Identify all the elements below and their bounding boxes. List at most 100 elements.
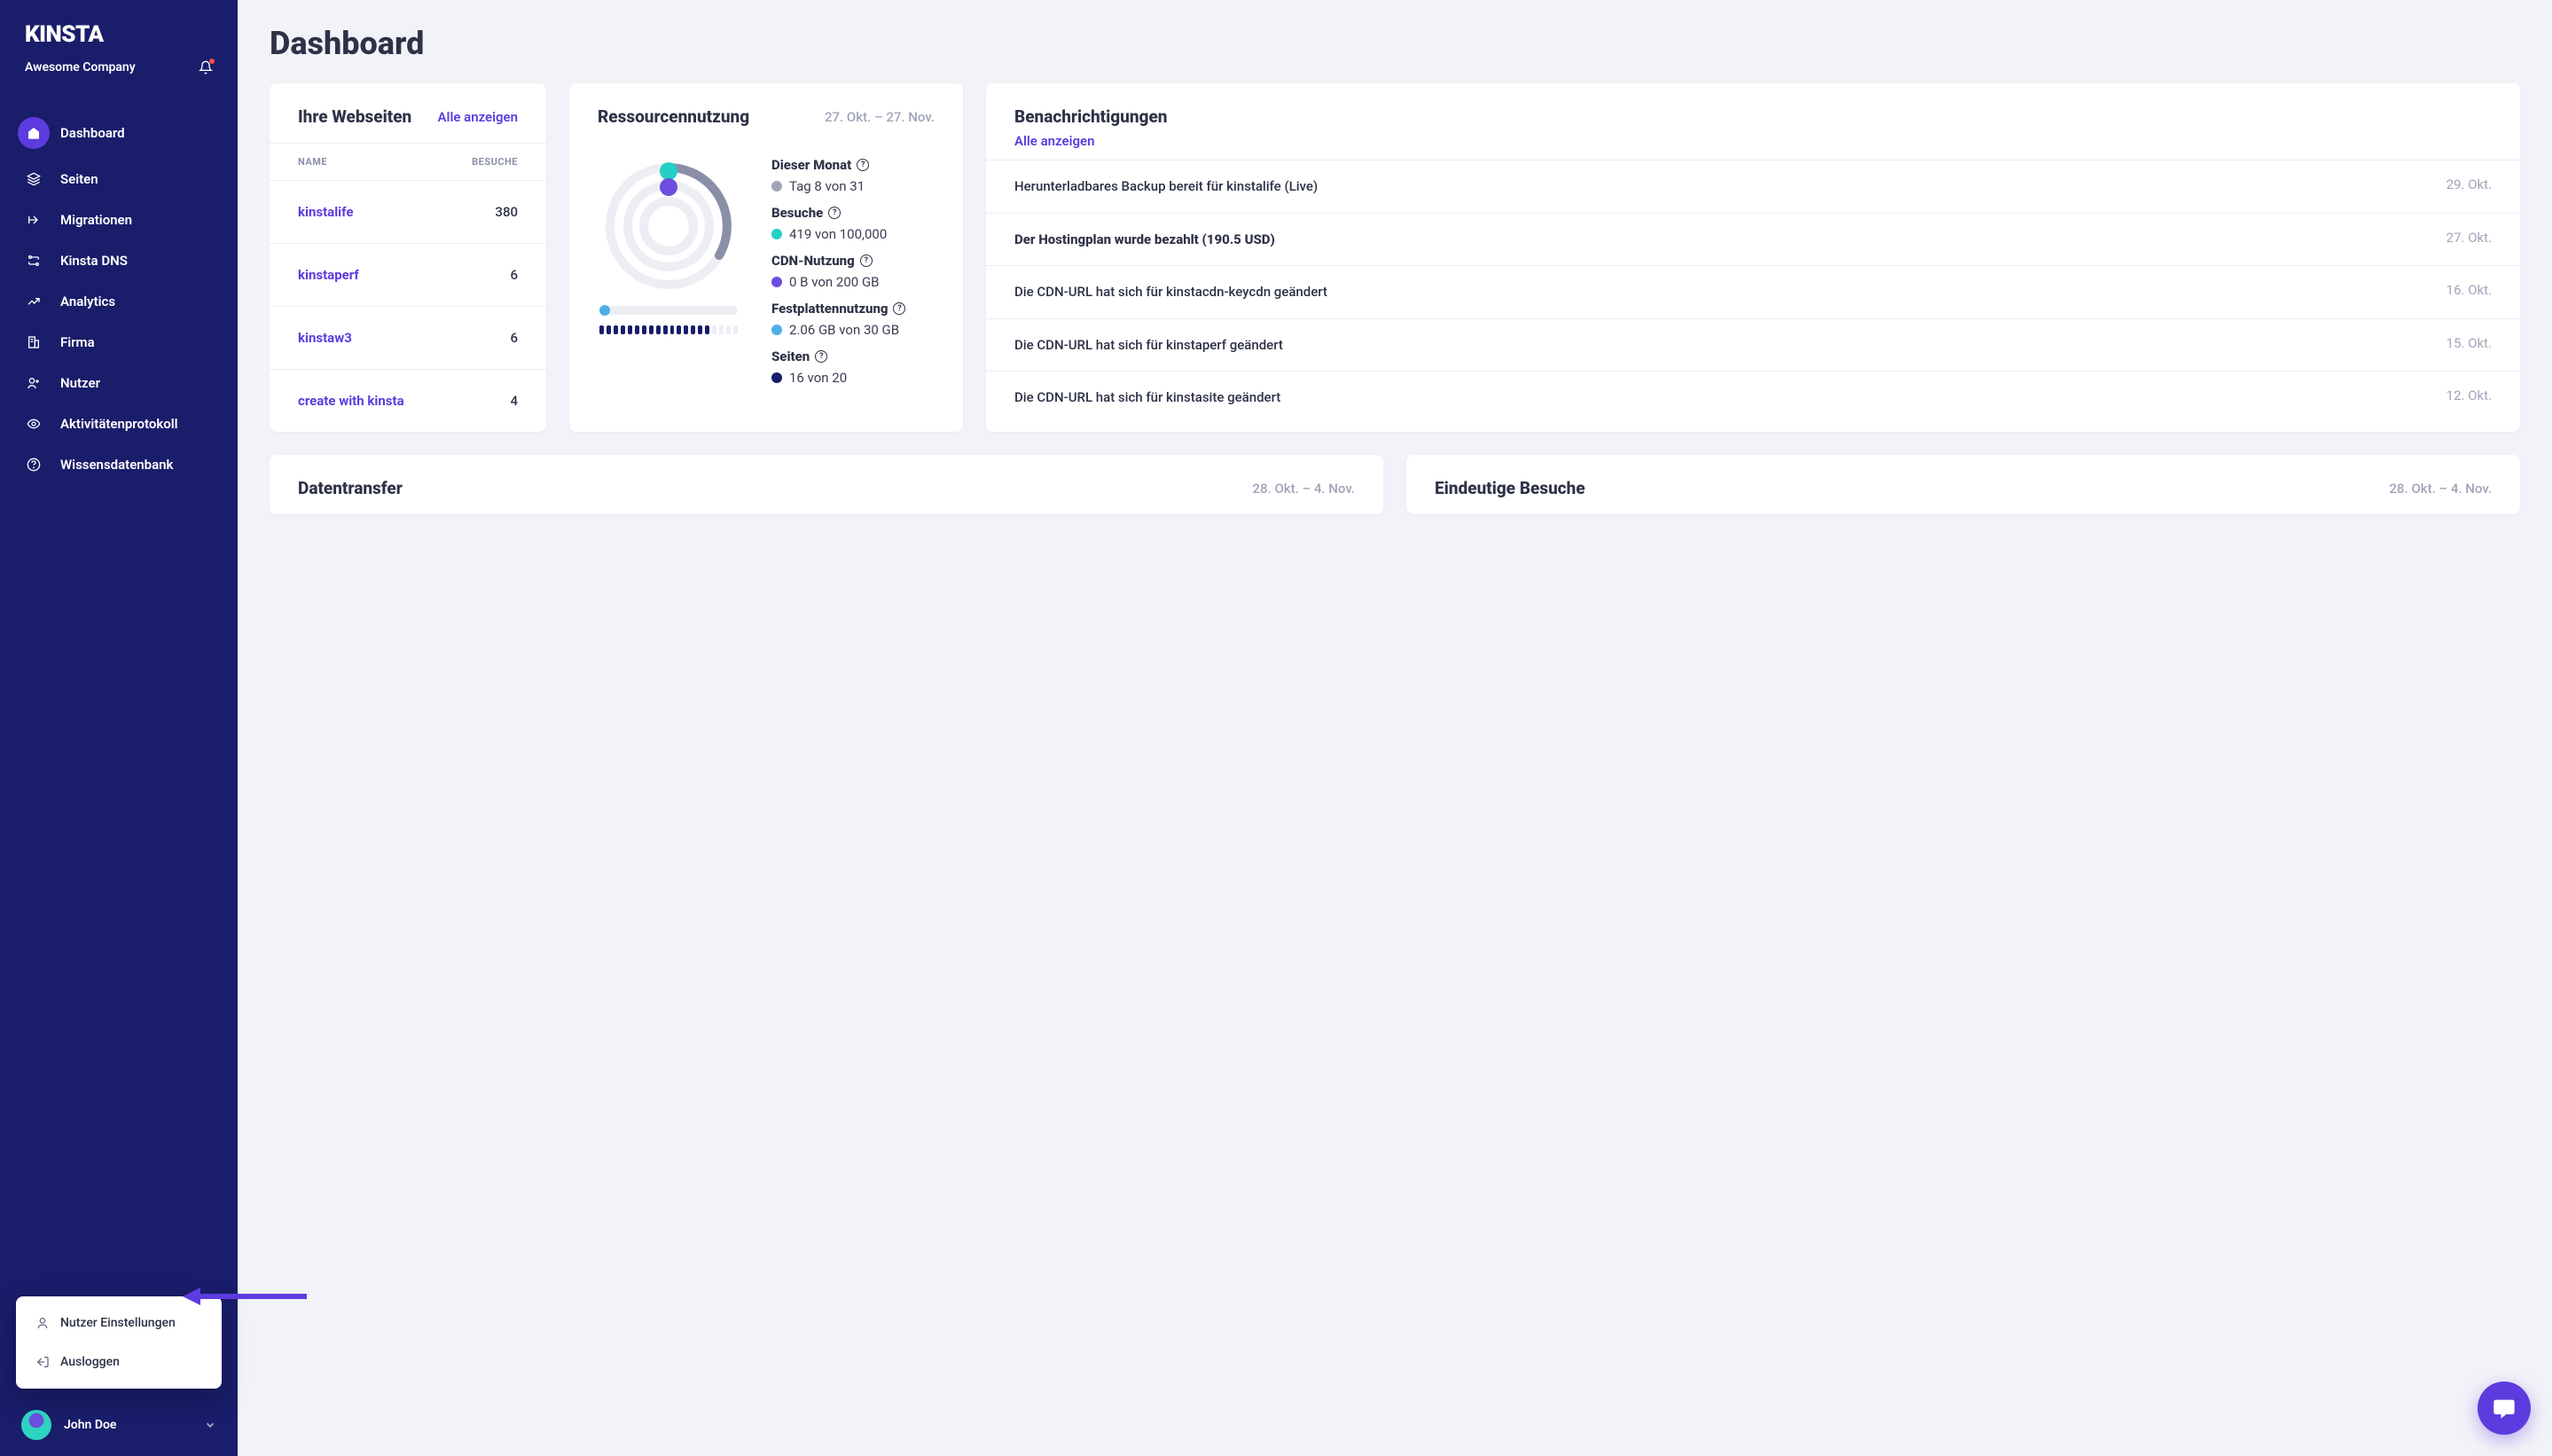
transfer-date-range: 28. Okt. – 4. Nov. [1253,481,1355,497]
sidebar-item-migrations[interactable]: Migrationen [11,200,227,239]
sidebar-item-users[interactable]: Nutzer [11,364,227,403]
notification-text: Der Hostingplan wurde bezahlt (190.5 USD… [1014,230,2429,250]
metric-month-label: Dieser Monat [771,157,851,173]
chat-button[interactable] [2478,1382,2531,1435]
sidebar-item-sites[interactable]: Seiten [11,160,227,199]
help-icon[interactable]: ? [828,207,841,219]
user-settings-label: Nutzer Einstellungen [60,1316,176,1330]
table-row[interactable]: kinstalife 380 [270,181,546,244]
notifications-view-all-link[interactable]: Alle anzeigen [1014,133,1094,149]
sites-col-visits: BESUCHE [472,156,518,168]
user-settings-menu-item[interactable]: Nutzer Einstellungen [16,1303,222,1342]
sidebar-nav: Dashboard Seiten Migrationen Kinsta DNS … [0,106,238,1394]
sidebar-item-company[interactable]: Firma [11,323,227,362]
user-menu-popup: Nutzer Einstellungen Ausloggen [16,1296,222,1389]
sidebar-item-label: Seiten [60,171,98,187]
site-link[interactable]: kinstaw3 [298,330,510,346]
notification-text: Herunterladbares Backup bereit für kinst… [1014,176,2429,197]
dot-icon [771,181,782,192]
metric-visits-label: Besuche [771,205,823,221]
table-row[interactable]: kinstaw3 6 [270,307,546,370]
chart-icon [27,294,41,309]
notification-item[interactable]: Die CDN-URL hat sich für kinstaperf geän… [986,318,2520,372]
user-name: John Doe [64,1418,192,1432]
sidebar-item-label: Aktivitätenprotokoll [60,416,178,432]
logout-menu-item[interactable]: Ausloggen [16,1342,222,1382]
notification-date: 29. Okt. [2446,176,2492,197]
dot-icon [771,277,782,287]
notification-date: 12. Okt. [2446,387,2492,408]
notification-date: 27. Okt. [2446,230,2492,250]
site-link[interactable]: kinstaperf [298,267,510,283]
home-icon [27,126,41,140]
metric-sites-value: 16 von 20 [789,370,847,386]
notification-dot [209,59,215,64]
disk-gauge [599,306,738,315]
help-icon[interactable]: ? [857,159,869,171]
user-icon [35,1316,50,1330]
help-icon[interactable]: ? [893,302,905,315]
main-content: Dashboard Ihre Webseiten Alle anzeigen N… [238,0,2552,1456]
sidebar-item-activity[interactable]: Aktivitätenprotokoll [11,404,227,443]
table-row[interactable]: kinstaperf 6 [270,244,546,307]
sidebar-item-dns[interactable]: Kinsta DNS [11,241,227,280]
resource-card-title: Ressourcennutzung [598,106,749,127]
site-visits: 4 [510,393,518,409]
notification-text: Die CDN-URL hat sich für kinstasite geän… [1014,387,2429,408]
notification-item[interactable]: Die CDN-URL hat sich für kinstacdn-keycd… [986,265,2520,318]
notification-item[interactable]: Herunterladbares Backup bereit für kinst… [986,160,2520,213]
user-footer-button[interactable]: John Doe [0,1394,238,1456]
sidebar-item-label: Dashboard [60,125,125,141]
sidebar-item-dashboard[interactable]: Dashboard [11,108,227,158]
site-visits: 6 [510,267,518,283]
metric-month-value: Tag 8 von 31 [789,178,865,194]
logout-icon [35,1355,50,1369]
sidebar-item-label: Wissensdatenbank [60,457,173,473]
sidebar-item-label: Migrationen [60,212,132,228]
help-icon[interactable]: ? [860,254,873,267]
logout-label: Ausloggen [60,1355,120,1369]
chevron-down-icon [204,1419,216,1431]
sidebar-item-label: Kinsta DNS [60,253,128,269]
site-visits: 380 [495,204,518,220]
site-link[interactable]: create with kinsta [298,393,510,409]
layers-icon [27,172,41,186]
gauge-rings [599,157,738,295]
unique-visits-card: Eindeutige Besuche 28. Okt. – 4. Nov. [1406,455,2520,514]
sidebar-item-analytics[interactable]: Analytics [11,282,227,321]
sidebar-item-knowledge[interactable]: Wissensdatenbank [11,445,227,484]
sidebar-item-label: Analytics [60,294,115,309]
sidebar: KINSTA Awesome Company Dashboard Seiten … [0,0,238,1456]
metric-cdn-value: 0 B von 200 GB [789,274,880,290]
help-icon [27,458,41,472]
sidebar-item-label: Nutzer [60,375,100,391]
sites-view-all-link[interactable]: Alle anzeigen [438,109,518,125]
notification-text: Die CDN-URL hat sich für kinstacdn-keycd… [1014,282,2429,302]
notification-text: Die CDN-URL hat sich für kinstaperf geän… [1014,335,2429,356]
sites-card: Ihre Webseiten Alle anzeigen NAME BESUCH… [270,83,546,432]
resource-card: Ressourcennutzung 27. Okt. – 27. Nov. [569,83,963,432]
metric-visits-value: 419 von 100,000 [789,226,887,242]
notifications-card-title: Benachrichtigungen [1014,106,2492,127]
brand-logo: KINSTA [25,21,213,48]
table-row[interactable]: create with kinsta 4 [270,370,546,432]
site-visits: 6 [510,330,518,346]
dot-icon [771,325,782,335]
metric-sites-label: Seiten [771,348,810,364]
help-icon[interactable]: ? [815,350,827,363]
notification-item[interactable]: Die CDN-URL hat sich für kinstasite geän… [986,371,2520,424]
notification-item[interactable]: Der Hostingplan wurde bezahlt (190.5 USD… [986,213,2520,266]
dot-icon [771,229,782,239]
migrate-icon [27,213,41,227]
eye-icon [27,417,41,431]
sites-gauge [599,325,738,334]
resource-gauges [598,157,740,386]
resource-date-range: 27. Okt. – 27. Nov. [825,109,935,125]
site-link[interactable]: kinstalife [298,204,495,220]
notifications-bell-button[interactable] [199,60,213,74]
sidebar-item-label: Firma [60,334,95,350]
chat-icon [2492,1396,2517,1421]
metric-disk-label: Festplattennutzung [771,301,888,317]
transfer-card-title: Datentransfer [298,478,403,498]
metric-disk-value: 2.06 GB von 30 GB [789,322,899,338]
